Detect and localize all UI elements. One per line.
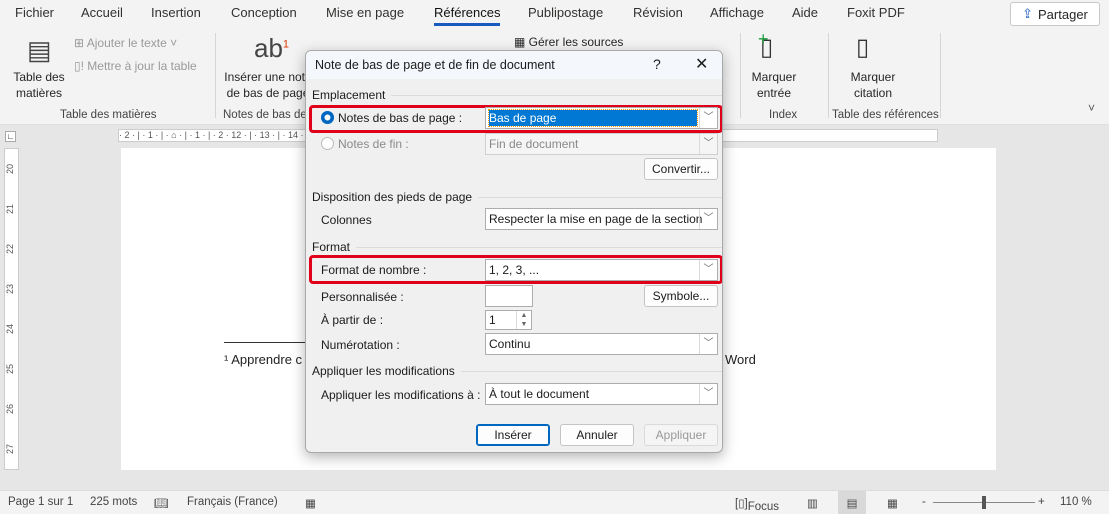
footnotes-location-select[interactable]: Bas de page ﹀: [485, 107, 718, 129]
zoom-out-button[interactable]: -: [922, 496, 926, 508]
update-table-button[interactable]: ▯! Mettre à jour la table: [74, 59, 197, 73]
start-at-stepper[interactable]: 1 ▲ ▼: [485, 310, 532, 330]
numbering-label: Numérotation :: [321, 338, 400, 352]
close-icon[interactable]: ✕: [695, 54, 708, 74]
numbering-select[interactable]: Continu ﹀: [485, 333, 718, 355]
dialog-title-bar: Note de bas de page et de fin de documen…: [306, 51, 722, 79]
section-apply: Appliquer les modifications: [312, 364, 722, 378]
ruler-tick: 25: [5, 364, 15, 375]
section-layout: Disposition des pieds de page: [312, 190, 722, 204]
ruler-tick: 26: [5, 404, 15, 415]
chevron-down-icon: ﹀: [699, 260, 717, 280]
footnote-separator: [224, 342, 306, 343]
ruler-tick: 24: [5, 324, 15, 335]
symbol-button[interactable]: Symbole...: [644, 285, 718, 307]
section-format: Format: [312, 240, 722, 254]
group-label-index: Index: [769, 109, 798, 121]
tab-stop-selector[interactable]: ∟: [5, 131, 16, 142]
zoom-in-button[interactable]: +: [1038, 496, 1045, 508]
chevron-down-icon: ﹀: [699, 384, 717, 404]
apply-button[interactable]: Appliquer: [644, 424, 718, 446]
share-button[interactable]: ⇪ Partager: [1010, 2, 1100, 26]
number-format-label: Format de nombre :: [321, 263, 427, 277]
mark-entry-button[interactable]: Marquer entrée: [746, 69, 802, 101]
footnote-text-end: Word: [725, 352, 756, 367]
read-mode-icon[interactable]: ▥: [807, 496, 818, 510]
table-of-contents-icon: ▤: [27, 35, 52, 65]
language[interactable]: Français (France): [187, 496, 278, 508]
divider: [940, 33, 941, 118]
spinner-arrows-icon[interactable]: ▲ ▼: [516, 311, 531, 329]
tab-insertion[interactable]: Insertion: [151, 5, 201, 20]
print-layout-icon[interactable]: ▤: [838, 491, 866, 514]
collapse-ribbon-icon[interactable]: ˅: [1088, 101, 1095, 115]
tab-accueil[interactable]: Accueil: [81, 5, 123, 20]
plus-icon: +: [758, 29, 769, 49]
table-of-contents-button[interactable]: Table des matières: [8, 69, 70, 101]
tab-fichier[interactable]: Fichier: [15, 5, 54, 20]
footnote-icon: ab1: [254, 33, 290, 63]
status-bar: Page 1 sur 1 225 mots 📖︎ Français (Franc…: [0, 490, 1109, 514]
ribbon-tabs: Fichier Accueil Insertion Conception Mis…: [0, 0, 1109, 27]
group-label-toc: Table des matières: [60, 109, 157, 121]
cancel-button[interactable]: Annuler: [560, 424, 634, 446]
columns-select[interactable]: Respecter la mise en page de la section ﹀: [485, 208, 718, 230]
columns-label: Colonnes: [321, 213, 372, 227]
footnotes-radio[interactable]: [321, 111, 334, 124]
focus-button[interactable]: [▯] Focus: [735, 496, 779, 513]
vertical-ruler[interactable]: 27 26 25 24 23 22 21 20: [4, 148, 19, 470]
tab-mise-en-page[interactable]: Mise en page: [326, 5, 404, 20]
chevron-down-icon: ﹀: [699, 209, 717, 229]
chevron-down-icon: ﹀: [699, 334, 717, 354]
apply-to-label: Appliquer les modifications à :: [321, 388, 481, 402]
ruler-tick: 22: [5, 244, 15, 255]
tab-references[interactable]: Références: [434, 5, 501, 26]
endnotes-radio[interactable]: [321, 137, 334, 150]
word-count[interactable]: 225 mots: [90, 496, 137, 508]
tab-conception[interactable]: Conception: [231, 5, 297, 20]
tab-foxit-pdf[interactable]: Foxit PDF: [847, 5, 905, 20]
add-text-button[interactable]: ⊞ Ajouter le texte ˅: [74, 36, 177, 50]
manage-sources-button[interactable]: ▦ Gérer les sources: [514, 35, 623, 49]
share-icon: ⇪: [1022, 6, 1034, 21]
chevron-down-icon: ﹀: [699, 134, 717, 154]
custom-mark-input[interactable]: [485, 285, 533, 307]
zoom-level[interactable]: 110 %: [1060, 496, 1092, 508]
endnotes-label: Notes de fin :: [338, 137, 409, 151]
divider: [828, 33, 829, 118]
tab-affichage[interactable]: Affichage: [710, 5, 764, 20]
custom-mark-label: Personnalisée :: [321, 290, 404, 304]
accessibility-icon[interactable]: ▦: [305, 496, 316, 510]
tab-publipostage[interactable]: Publipostage: [528, 5, 603, 20]
divider: [740, 33, 741, 118]
proofing-icon[interactable]: 📖︎: [154, 496, 169, 510]
insert-footnote-button[interactable]: Insérer une note de bas de page: [223, 69, 313, 101]
insert-button[interactable]: Insérer: [476, 424, 550, 446]
section-location: Emplacement: [312, 88, 722, 102]
convert-button[interactable]: Convertir...: [644, 158, 718, 180]
help-button[interactable]: ?: [653, 56, 661, 72]
ruler-tick: 20: [5, 164, 15, 175]
divider: [215, 33, 216, 118]
start-at-label: À partir de :: [321, 313, 384, 327]
ruler-tick: 21: [5, 204, 15, 215]
tab-revision[interactable]: Révision: [633, 5, 683, 20]
apply-to-select[interactable]: À tout le document ﹀: [485, 383, 718, 405]
footnote-text: ¹ Apprendre c: [224, 352, 303, 367]
footnote-dialog: Note de bas de page et de fin de documen…: [305, 50, 723, 453]
footnotes-label: Notes de bas de page :: [338, 111, 463, 125]
tab-aide[interactable]: Aide: [792, 5, 818, 20]
ruler-tick: 27: [5, 444, 15, 455]
number-format-select[interactable]: 1, 2, 3, ... ﹀: [485, 259, 718, 281]
endnotes-location-select[interactable]: Fin de document ﹀: [485, 133, 718, 155]
chevron-down-icon: ﹀: [699, 108, 717, 128]
page-count[interactable]: Page 1 sur 1: [8, 496, 73, 508]
zoom-slider-thumb[interactable]: [982, 496, 986, 509]
mark-citation-icon: ▯: [856, 34, 870, 61]
dialog-title: Note de bas de page et de fin de documen…: [315, 58, 555, 72]
web-layout-icon[interactable]: ▦: [887, 496, 898, 510]
group-label-table-of-authorities: Table des références: [832, 109, 939, 121]
ruler-tick: 23: [5, 284, 15, 295]
mark-citation-button[interactable]: Marquer citation: [843, 69, 903, 101]
